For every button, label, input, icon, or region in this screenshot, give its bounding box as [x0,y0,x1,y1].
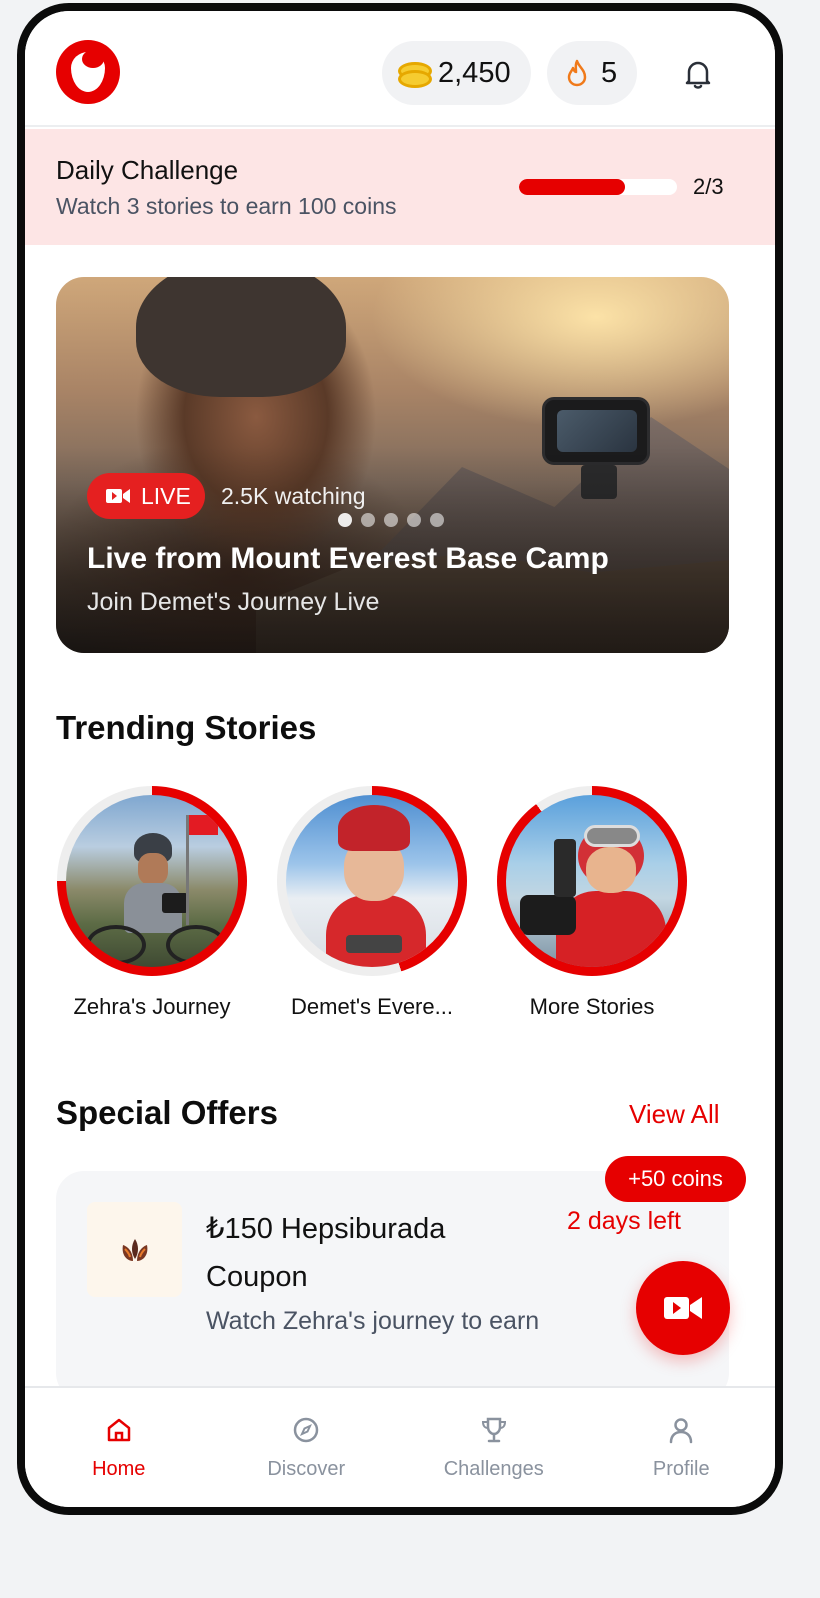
story-label: Demet's Evere... [291,994,453,1019]
challenge-progress-fill [519,179,625,195]
bell-icon[interactable] [680,56,716,92]
challenge-progress-bar [519,179,677,195]
story-label: Zehra's Journey [73,994,231,1019]
coin-count: 2,450 [438,56,511,89]
record-video-fab[interactable] [636,1261,730,1355]
story-progress-ring [57,786,247,976]
nav-discover[interactable]: Discover [213,1388,401,1507]
nav-challenges-label: Challenges [443,1458,544,1480]
bottom-navigation: Home Discover Challenges Profile [25,1386,775,1507]
streak-counter[interactable]: 5 [547,41,637,105]
coins-reward-badge: +50 coins [605,1156,746,1202]
top-bar: 2,450 5 [25,11,775,127]
challenge-title: Daily Challenge [56,155,239,185]
story-progress-ring [497,786,687,976]
flame-icon [567,59,587,87]
carousel-dot[interactable] [430,513,444,527]
challenge-description: Watch 3 stories to earn 100 coins [56,193,397,219]
coin-balance[interactable]: 2,450 [382,41,531,105]
compass-icon [294,1417,319,1443]
coin-icon [398,62,432,88]
story-progress-ring [277,786,467,976]
carousel-dot[interactable] [361,513,375,527]
video-camera-icon [106,489,130,503]
offer-card[interactable]: ₺150 Hepsiburada Coupon Watch Zehra's jo… [56,1171,729,1401]
hero-title: Live from Mount Everest Base Camp [87,542,609,575]
offers-section-title: Special Offers [56,1094,278,1131]
carousel-dot[interactable] [407,513,421,527]
nav-challenges[interactable]: Challenges [400,1388,588,1507]
carousel-dot[interactable] [338,513,352,527]
view-all-link[interactable]: View All [629,1099,720,1130]
phone-frame: 2,450 5 Daily Challenge Watch 3 stories … [17,3,783,1515]
trophy-icon [481,1417,506,1443]
carousel-dot[interactable] [384,513,398,527]
story-item[interactable]: Zehra's Journey [56,786,248,1020]
hepsiburada-logo [87,1202,182,1297]
story-avatar [506,795,678,967]
daily-challenge-banner[interactable]: Daily Challenge Watch 3 stories to earn … [25,129,775,245]
vodafone-logo[interactable] [56,40,120,104]
nav-home[interactable]: Home [25,1388,213,1507]
story-label: More Stories [529,994,655,1019]
offer-description: Watch Zehra's journey to earn [206,1307,540,1335]
home-icon [107,1418,130,1442]
story-item[interactable]: Demet's Evere... [276,786,468,1020]
trending-section-title: Trending Stories [56,709,317,746]
nav-profile-label: Profile [652,1458,710,1480]
story-avatar [66,795,238,967]
story-item[interactable]: More Stories [496,786,688,1020]
live-badge: LIVE [87,473,205,519]
nav-profile[interactable]: Profile [588,1388,776,1507]
viewer-count: 2.5K watching [221,483,366,509]
carousel-dots[interactable] [338,513,444,527]
streak-count: 5 [601,56,618,89]
user-icon [670,1418,693,1444]
challenge-progress-text: 2/3 [693,174,724,199]
nav-discover-label: Discover [267,1458,346,1480]
hero-subtitle: Join Demet's Journey Live [87,588,380,616]
nav-home-label: Home [92,1458,146,1480]
live-hero-card[interactable]: LIVE 2.5K watching Live from Mount Evere… [56,277,729,653]
offer-expiry: 2 days left [567,1207,681,1235]
video-camera-icon [664,1297,702,1319]
offer-title: ₺150 Hepsiburada Coupon [206,1213,446,1293]
live-label: LIVE [141,482,191,509]
story-avatar [286,795,458,967]
tulip-icon [122,1238,147,1261]
